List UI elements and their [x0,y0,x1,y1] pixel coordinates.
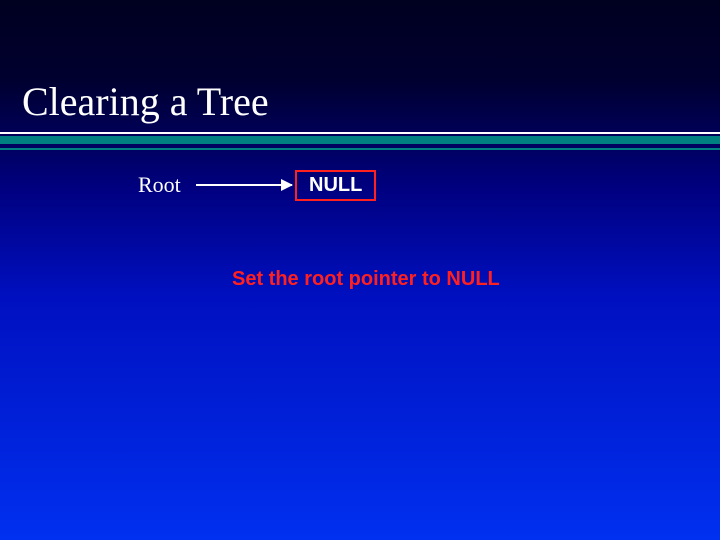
arrow-head-icon [281,179,293,191]
underline-white [0,132,720,134]
underline-teal-thick [0,136,720,144]
underline-gap [0,144,720,146]
caption-text: Set the root pointer to NULL [232,268,500,291]
underline-teal-thin [0,148,720,150]
slide-title: Clearing a Tree [22,78,269,125]
root-label: Root [138,172,181,198]
null-box: NULL [295,170,376,201]
pointer-arrow [196,184,292,186]
title-underline [0,132,720,150]
